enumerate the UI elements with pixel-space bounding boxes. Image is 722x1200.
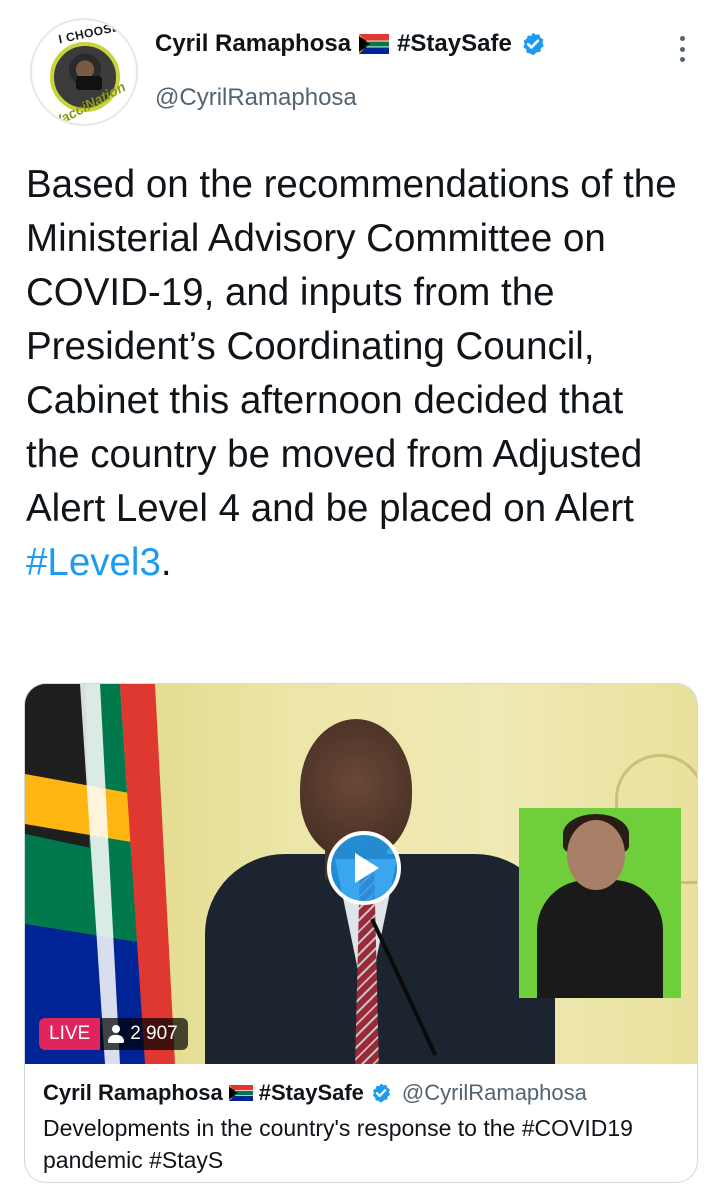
avatar[interactable]: I CHOOSE #VacciNation [30,18,138,126]
tweet-text: Based on the recommendations of the Mini… [26,158,686,590]
live-indicator: LIVE 2 907 [39,1018,188,1050]
media-card[interactable]: LIVE 2 907 Cyril Ramaphosa #StaySafe @Cy… [24,683,698,1183]
verified-badge-icon [523,32,544,56]
south-africa-flag-icon [228,1085,253,1101]
tweet-end-punctuation: . [160,541,172,584]
card-author-hashtag: #StaySafe [258,1080,364,1105]
interpreter-body [537,880,663,998]
card-footer[interactable]: Cyril Ramaphosa #StaySafe @CyrilRamaphos… [25,1064,697,1182]
author-display-name: Cyril Ramaphosa [155,30,352,57]
card-author-row: Cyril Ramaphosa #StaySafe @CyrilRamaphos… [43,1080,681,1106]
author-name-hashtag: #StaySafe [397,30,512,57]
hashtag-level3-link[interactable]: #Level3 [26,541,161,584]
interpreter-head [567,820,625,890]
card-author-handle: @CyrilRamaphosa [401,1080,587,1105]
play-icon[interactable] [327,831,401,905]
video-player[interactable]: LIVE 2 907 [25,684,697,1064]
south-africa-flag-drape [25,684,175,1064]
avatar-mask-shape [76,76,102,90]
viewer-count-value: 2 907 [130,1023,178,1044]
verified-badge-icon [372,1083,390,1103]
author-handle[interactable]: @CyrilRamaphosa [155,84,357,112]
tweet-body: Based on the recommendations of the Mini… [26,163,677,530]
author-name-row[interactable]: Cyril Ramaphosa #StaySafe [155,30,546,58]
card-description: Developments in the country's response t… [43,1115,633,1173]
sign-language-interpreter-inset [519,808,681,998]
live-badge: LIVE [39,1018,101,1050]
viewer-count: 2 907 [100,1023,188,1045]
avatar-badge-ring: I CHOOSE #VacciNation [30,18,138,126]
card-author-name: Cyril Ramaphosa [43,1080,223,1105]
person-icon [108,1025,125,1043]
south-africa-flag-icon [359,34,390,54]
more-options-icon[interactable] [672,34,692,64]
